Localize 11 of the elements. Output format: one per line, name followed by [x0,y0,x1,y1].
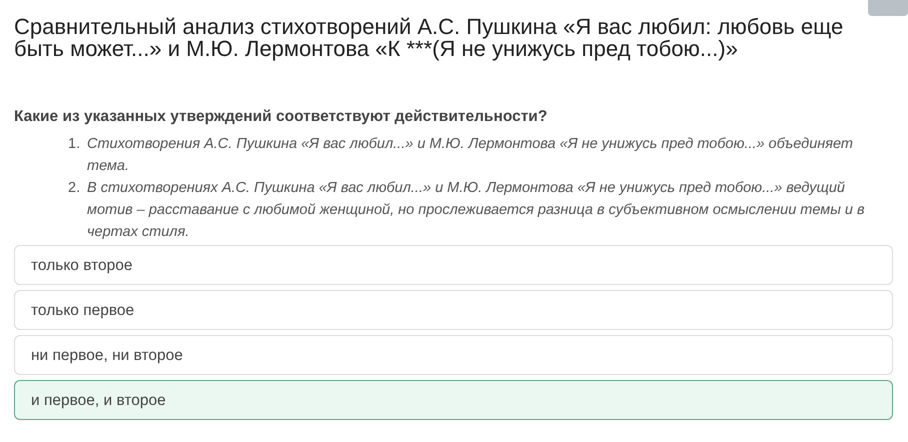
question-text: Какие из указанных утверждений соответствуют действительности? [14,107,548,127]
list-number: 1. [68,135,82,154]
statement-text: В стихотворениях А.С. Пушкина «Я вас любил...» и М.Ю. Лермонтова «Я не унижусь пред тобою...» ведущий мотив – расставание с любимой женщиной, но прослеживается разница в субъективном осмыслении темы и в чертах стиля. [87,179,866,242]
answer-option[interactable]: ни первое, ни второе [14,335,893,376]
corner-button[interactable] [868,0,908,16]
answer-option[interactable]: только первое [14,290,893,330]
list-number: 2. [68,179,82,198]
page-title: Сравнительный анализ стихотворений А.С. Пушкина «Я вас любил: любовь еще быть может...» и М.Ю. Лермонтова «К ***(Я не унижусь пред тобою...)» [14,16,844,60]
answer-option[interactable]: только второе [14,245,893,286]
answer-option[interactable]: и первое, и второе [14,380,893,420]
statement-text: Стихотворения А.С. Пушкина «Я вас любил...» и М.Ю. Лермонтова «Я не унижусь пред тобою...» объединяет тема. [87,135,854,176]
